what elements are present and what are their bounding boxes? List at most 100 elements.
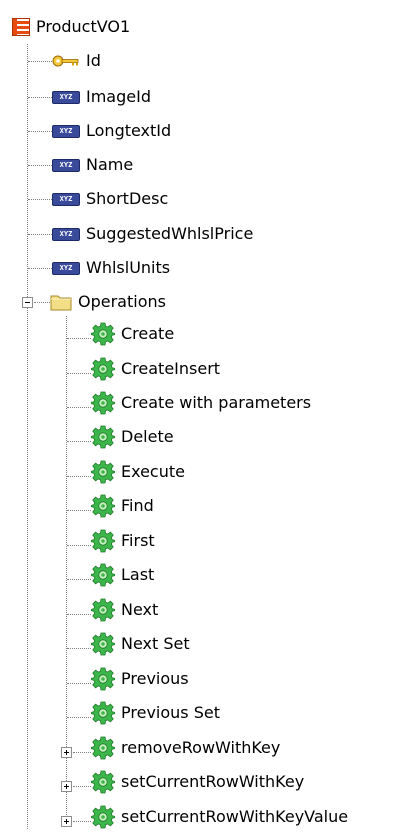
gear-icon bbox=[91, 667, 115, 691]
tree-line bbox=[67, 407, 91, 408]
gear-icon bbox=[91, 701, 115, 725]
tree-line bbox=[28, 165, 52, 166]
tree-node-attribute-id[interactable]: Id bbox=[52, 44, 101, 78]
tree-node-operation[interactable]: setCurrentRowWithKey bbox=[91, 765, 304, 799]
tree-line bbox=[28, 234, 52, 235]
tree-line bbox=[27, 44, 28, 829]
expand-removerowwithkey-button[interactable] bbox=[61, 747, 72, 758]
tree-node-label: Find bbox=[121, 496, 154, 515]
tree-line bbox=[28, 199, 52, 200]
tree-node-attribute-imageid[interactable]: XYZ ImageId bbox=[52, 80, 151, 114]
tree-node-label: setCurrentRowWithKey bbox=[121, 772, 305, 791]
tree-node-operation[interactable]: Previous bbox=[91, 662, 189, 696]
expand-setcurrentrowwithkeyvalue-button[interactable] bbox=[61, 816, 72, 827]
tree-line bbox=[28, 97, 52, 98]
view-object-icon bbox=[12, 18, 30, 36]
gear-icon bbox=[91, 357, 115, 381]
tree-view: ProductVO1 Id XYZ ImageId XYZ LongtextId… bbox=[0, 0, 413, 834]
gear-icon bbox=[91, 632, 115, 656]
tree-node-operation[interactable]: Create bbox=[91, 317, 174, 351]
tree-node-operation[interactable]: removeRowWithKey bbox=[91, 731, 280, 765]
folder-icon bbox=[50, 295, 72, 311]
tree-line bbox=[67, 510, 91, 511]
xyz-attribute-icon: XYZ bbox=[52, 158, 80, 172]
tree-node-label: Previous Set bbox=[121, 703, 220, 722]
tree-line bbox=[67, 338, 91, 339]
tree-line bbox=[67, 614, 91, 615]
gear-icon bbox=[91, 736, 115, 760]
tree-node-label: Operations bbox=[78, 292, 166, 311]
gear-icon bbox=[91, 425, 115, 449]
tree-node-operation[interactable]: Next bbox=[91, 593, 158, 627]
tree-node-label: Delete bbox=[121, 427, 174, 446]
tree-node-label: Create bbox=[121, 324, 175, 343]
gear-icon bbox=[91, 598, 115, 622]
tree-line bbox=[73, 786, 91, 787]
tree-node-operation[interactable]: Create with parameters bbox=[91, 386, 311, 420]
tree-node-label: CreateInsert bbox=[121, 359, 221, 378]
tree-line bbox=[73, 752, 91, 753]
tree-node-label: ImageId bbox=[86, 87, 151, 106]
tree-node-label: Next Set bbox=[121, 634, 190, 653]
tree-node-label: Execute bbox=[121, 462, 185, 481]
tree-node-operation[interactable]: Find bbox=[91, 489, 154, 523]
tree-line bbox=[67, 441, 91, 442]
tree-node-label: SuggestedWhlslPrice bbox=[86, 224, 254, 243]
tree-node-label: ProductVO1 bbox=[36, 17, 131, 36]
tree-line bbox=[67, 717, 91, 718]
xyz-attribute-icon: XYZ bbox=[52, 90, 80, 104]
tree-node-operation[interactable]: Execute bbox=[91, 455, 185, 489]
xyz-attribute-icon: XYZ bbox=[52, 261, 80, 275]
tree-line bbox=[28, 131, 52, 132]
tree-node-operation[interactable]: First bbox=[91, 524, 155, 558]
collapse-operations-button[interactable] bbox=[22, 297, 33, 308]
tree-node-attribute-name[interactable]: XYZ Name bbox=[52, 148, 133, 182]
tree-line bbox=[66, 316, 67, 821]
tree-line bbox=[67, 476, 91, 477]
tree-line bbox=[67, 579, 91, 580]
tree-node-label: setCurrentRowWithKeyValue bbox=[121, 807, 349, 826]
tree-node-label: removeRowWithKey bbox=[121, 738, 281, 757]
tree-line bbox=[67, 648, 91, 649]
tree-node-operations-folder[interactable]: Operations bbox=[50, 285, 166, 319]
xyz-attribute-icon: XYZ bbox=[52, 192, 80, 206]
tree-node-operation[interactable]: Delete bbox=[91, 420, 174, 454]
tree-node-operation[interactable]: CreateInsert bbox=[91, 352, 220, 386]
tree-line bbox=[34, 302, 50, 303]
tree-line bbox=[28, 268, 52, 269]
key-icon bbox=[52, 55, 79, 67]
tree-node-attribute-whlslunits[interactable]: XYZ WhlslUnits bbox=[52, 251, 170, 285]
gear-icon bbox=[91, 529, 115, 553]
xyz-attribute-icon: XYZ bbox=[52, 227, 80, 241]
tree-node-label: Create with parameters bbox=[121, 393, 312, 412]
tree-node-root[interactable]: ProductVO1 bbox=[12, 10, 130, 44]
tree-node-operation[interactable]: Next Set bbox=[91, 627, 190, 661]
tree-node-attribute-longtextid[interactable]: XYZ LongtextId bbox=[52, 114, 171, 148]
gear-icon bbox=[91, 563, 115, 587]
tree-line bbox=[73, 821, 91, 822]
tree-node-attribute-shortdesc[interactable]: XYZ ShortDesc bbox=[52, 182, 168, 216]
gear-icon bbox=[91, 494, 115, 518]
expand-setcurrentrowwithkey-button[interactable] bbox=[61, 781, 72, 792]
xyz-attribute-icon: XYZ bbox=[52, 124, 80, 138]
tree-node-label: LongtextId bbox=[86, 121, 172, 140]
gear-icon bbox=[91, 460, 115, 484]
gear-icon bbox=[91, 322, 115, 346]
tree-node-operation[interactable]: Last bbox=[91, 558, 154, 592]
tree-line bbox=[28, 61, 52, 62]
tree-node-operation[interactable]: Previous Set bbox=[91, 696, 220, 730]
tree-node-operation[interactable]: setCurrentRowWithKeyValue bbox=[91, 800, 348, 834]
tree-node-label: Previous bbox=[121, 669, 189, 688]
tree-node-label: First bbox=[121, 531, 155, 550]
tree-node-label: Last bbox=[121, 565, 155, 584]
gear-icon bbox=[91, 805, 115, 829]
gear-icon bbox=[91, 391, 115, 415]
tree-node-label: WhlslUnits bbox=[86, 258, 171, 277]
gear-icon bbox=[91, 770, 115, 794]
tree-line bbox=[67, 373, 91, 374]
tree-node-label: ShortDesc bbox=[86, 189, 169, 208]
tree-node-label: Id bbox=[86, 51, 101, 70]
tree-node-attribute-suggestedwhlslprice[interactable]: XYZ SuggestedWhlslPrice bbox=[52, 217, 253, 251]
tree-line bbox=[67, 545, 91, 546]
tree-node-label: Name bbox=[86, 155, 134, 174]
